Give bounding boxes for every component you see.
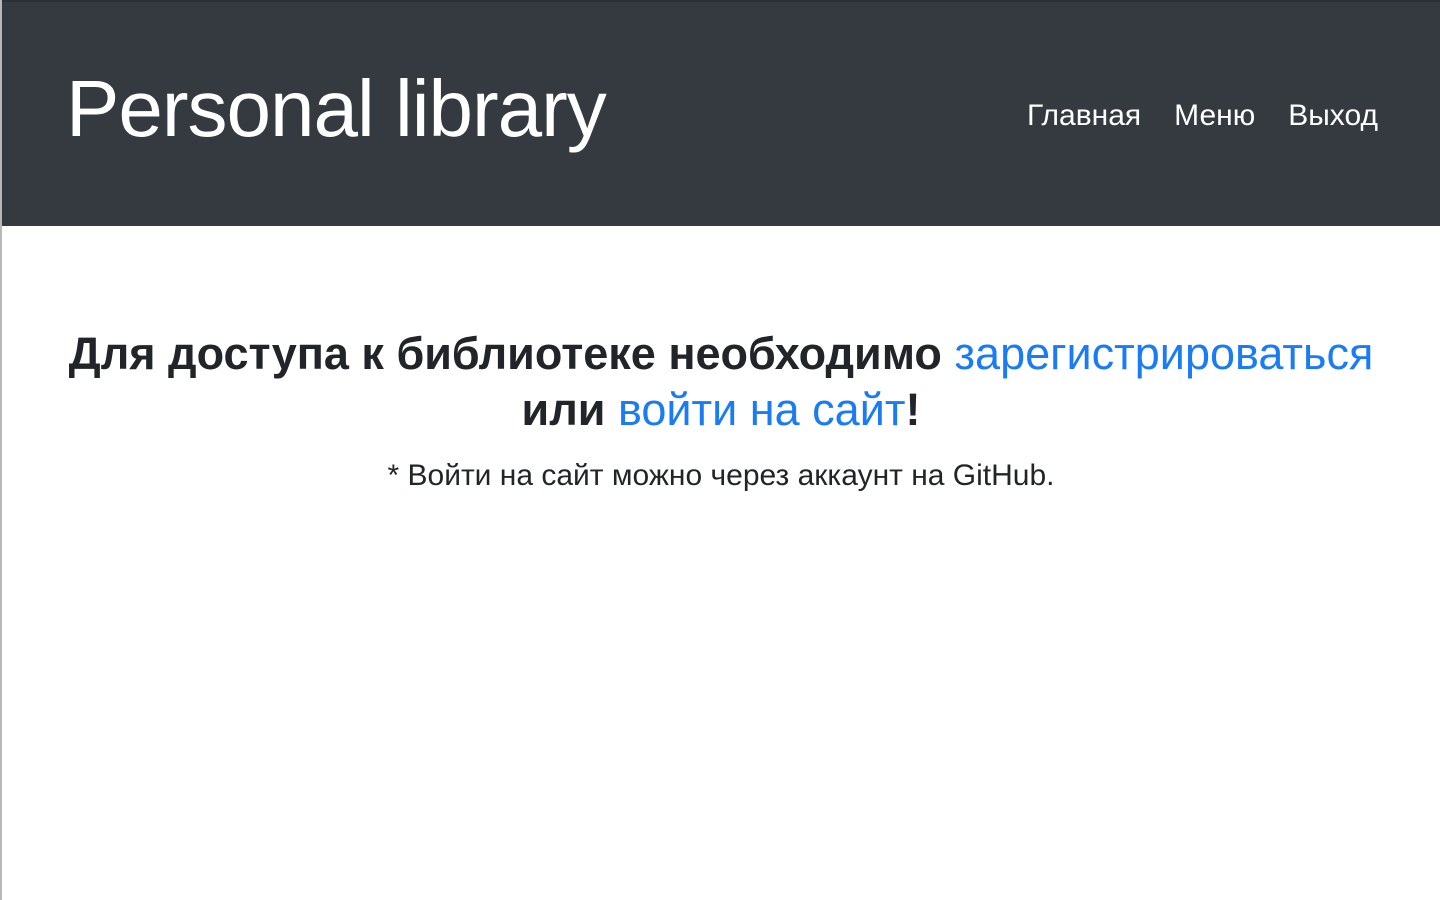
- github-login-note: * Войти на сайт можно через аккаунт на G…: [387, 459, 1055, 492]
- nav-item-logout[interactable]: Выход: [1288, 101, 1378, 131]
- access-message-middle: или: [521, 384, 618, 435]
- access-message: Для доступа к библиотеке необходимо заре…: [2, 326, 1440, 438]
- nav-item-menu[interactable]: Меню: [1174, 101, 1255, 131]
- access-message-prefix: Для доступа к библиотеке необходимо: [68, 328, 955, 379]
- main-content: Для доступа к библиотеке необходимо заре…: [2, 226, 1440, 496]
- nav-item-home[interactable]: Главная: [1027, 101, 1141, 131]
- register-link[interactable]: зарегистрироваться: [954, 328, 1373, 379]
- brand-title[interactable]: Personal library: [66, 69, 607, 149]
- page: Personal library Главная Меню Выход Для …: [0, 0, 1440, 900]
- login-link[interactable]: войти на сайт: [618, 384, 905, 435]
- access-message-suffix: !: [905, 384, 921, 435]
- main-nav: Главная Меню Выход: [1027, 101, 1378, 131]
- top-navbar: Personal library Главная Меню Выход: [2, 0, 1440, 226]
